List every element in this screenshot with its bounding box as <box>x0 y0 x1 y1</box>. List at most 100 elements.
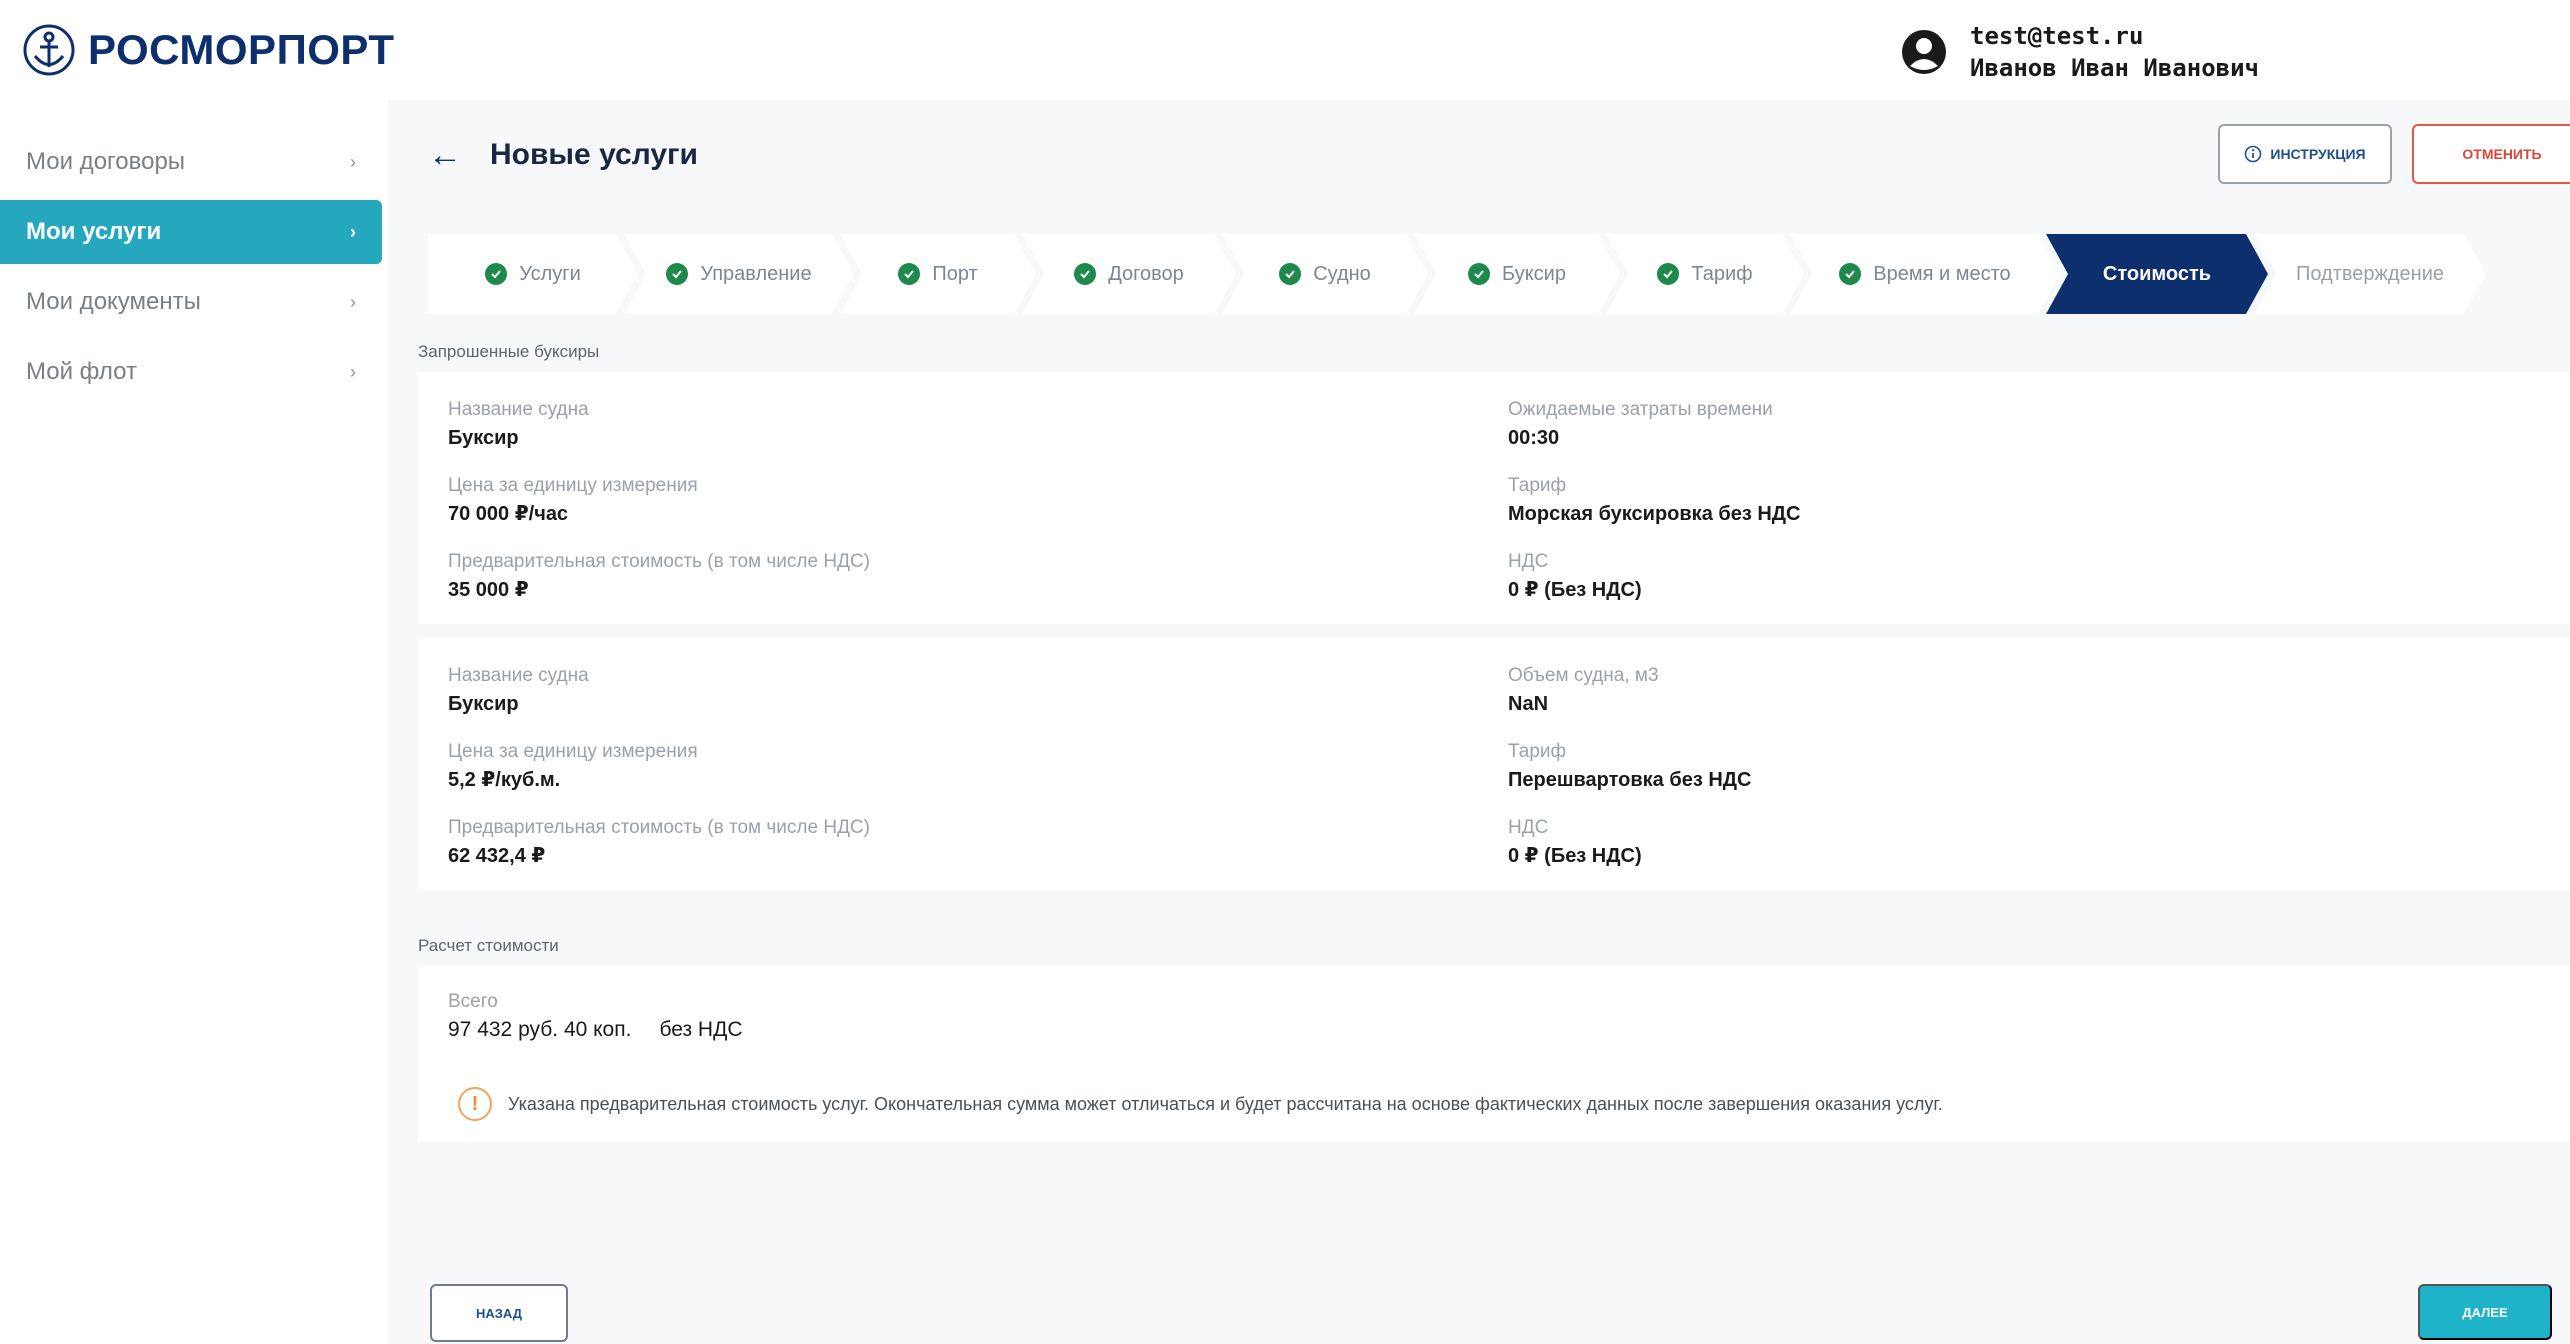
vessel-name-field: Название судна Буксир <box>448 664 589 718</box>
check-circle-icon <box>485 263 507 285</box>
expected-time-field: Ожидаемые затраты времени 00:30 <box>1508 398 1773 452</box>
field-label: Название судна <box>448 665 589 686</box>
step-label: Тариф <box>1691 262 1753 285</box>
field-value: 62 432,4 ₽ <box>448 845 546 867</box>
step-tariff[interactable]: Тариф <box>1606 234 1804 314</box>
notice-text: Указана предварительная стоимость услуг.… <box>508 1093 1943 1114</box>
field-label: Ожидаемые затраты времени <box>1508 399 1773 420</box>
field-label: Цена за единицу измерения <box>448 741 698 762</box>
app-header: РОСМОРПОРТ test@test.ru Иванов Иван Иван… <box>0 0 2570 100</box>
field-value: 70 000 ₽/час <box>448 503 569 525</box>
next-button[interactable]: далее <box>2418 1284 2552 1340</box>
anchor-emblem-icon <box>23 24 75 76</box>
field-label: Тариф <box>1508 741 1567 762</box>
sidebar-item-label: Мои документы <box>26 288 201 315</box>
step-port[interactable]: Порт <box>840 234 1036 314</box>
step-label: Управление <box>700 262 812 285</box>
cancel-button[interactable]: отменить <box>2412 124 2570 184</box>
sidebar-item-fleet[interactable]: Мой флот › <box>0 340 382 404</box>
check-circle-icon <box>1839 263 1861 285</box>
sidebar-item-contracts[interactable]: Мои договоры › <box>0 130 382 194</box>
sidebar-item-label: Мой флот <box>26 358 137 385</box>
check-circle-icon <box>898 263 920 285</box>
back-button[interactable]: назад <box>430 1284 568 1342</box>
field-value: Перешвартовка без НДС <box>1508 769 1752 791</box>
step-tug[interactable]: Буксир <box>1414 234 1620 314</box>
field-label: Всего <box>448 991 498 1012</box>
chevron-right-icon: › <box>350 291 356 312</box>
instructions-button[interactable]: инструкция <box>2218 124 2392 184</box>
cost-notice: ! Указана предварительная стоимость услу… <box>458 1086 1943 1122</box>
field-label: Цена за единицу измерения <box>448 475 698 496</box>
user-avatar-icon <box>1902 30 1946 74</box>
vat-field: НДС 0 ₽ (Без НДС) <box>1508 816 1642 870</box>
estimated-cost-field: Предварительная стоимость (в том числе Н… <box>448 550 870 604</box>
step-time-place[interactable]: Время и место <box>1790 234 2060 314</box>
step-label: Подтверждение <box>2295 262 2445 285</box>
step-label: Услуги <box>519 262 581 285</box>
main-content: ← Новые услуги инструкция отменить Услуг… <box>388 100 2570 1344</box>
rosmorport-logo[interactable]: РОСМОРПОРТ <box>22 22 395 78</box>
field-value: 0 ₽ (Без НДС) <box>1508 579 1642 601</box>
step-vessel[interactable]: Судно <box>1222 234 1428 314</box>
step-contract[interactable]: Договор <box>1022 234 1236 314</box>
field-label: Тариф <box>1508 475 1567 496</box>
logo-text: РОСМОРПОРТ <box>88 26 395 73</box>
step-management[interactable]: Управление <box>624 234 854 314</box>
cost-calc-label: Расчет стоимости <box>418 936 559 955</box>
field-value: Буксир <box>448 427 519 449</box>
wizard-stepper: Услуги Управление Порт Договор Судно Бук… <box>428 234 2570 314</box>
vat-field: НДС 0 ₽ (Без НДС) <box>1508 550 1642 604</box>
check-circle-icon <box>666 263 688 285</box>
step-label: Буксир <box>1502 262 1566 285</box>
total-value: 97 432 руб. 40 коп. без НДС <box>448 1016 742 1044</box>
field-label: НДС <box>1508 817 1549 838</box>
step-label: Время и место <box>1873 262 2011 285</box>
step-label: Стоимость <box>2102 262 2212 285</box>
instructions-label: инструкция <box>2270 146 2366 162</box>
field-value: 0 ₽ (Без НДС) <box>1508 845 1642 867</box>
step-confirmation[interactable]: Подтверждение <box>2254 234 2486 314</box>
field-value: NaN <box>1508 693 1549 715</box>
arrow-left-icon[interactable]: ← <box>428 136 462 175</box>
field-value: Буксир <box>448 693 519 715</box>
vessel-volume-field: Объем судна, м3 NaN <box>1508 664 1659 718</box>
tug-card-2: Название судна Буксир Цена за единицу из… <box>418 638 2570 890</box>
sidebar-item-documents[interactable]: Мои документы › <box>0 270 382 334</box>
field-label: НДС <box>1508 551 1549 572</box>
unit-price-field: Цена за единицу измерения 70 000 ₽/час <box>448 474 698 528</box>
total-amount: 97 432 руб. 40 коп. <box>448 1018 632 1041</box>
user-profile[interactable]: test@test.ru Иванов Иван Иванович <box>1900 22 2259 82</box>
field-label: Предварительная стоимость (в том числе Н… <box>448 817 870 838</box>
user-name: Иванов Иван Иванович <box>1970 54 2259 82</box>
page-title-row: ← Новые услуги <box>428 130 698 180</box>
field-label: Название судна <box>448 399 589 420</box>
check-circle-icon <box>1468 263 1490 285</box>
field-value: Морская буксировка без НДС <box>1508 503 1801 525</box>
chevron-right-icon: › <box>350 221 356 242</box>
check-circle-icon <box>1074 263 1096 285</box>
field-label: Предварительная стоимость (в том числе Н… <box>448 551 870 572</box>
step-label: Порт <box>932 262 978 285</box>
requested-tugs-label: Запрошенные буксиры <box>418 342 600 361</box>
chevron-right-icon: › <box>350 361 356 382</box>
sidebar-item-services[interactable]: Мои услуги › <box>0 200 382 264</box>
info-icon <box>2245 145 2262 163</box>
step-label: Судно <box>1313 262 1371 285</box>
tariff-field: Тариф Перешвартовка без НДС <box>1508 740 1751 794</box>
sidebar-item-label: Мои услуги <box>26 218 162 245</box>
check-circle-icon <box>1279 263 1301 285</box>
step-cost[interactable]: Стоимость <box>2046 234 2268 314</box>
user-email: test@test.ru <box>1970 22 2144 50</box>
page-title: Новые услуги <box>490 138 698 171</box>
sidebar-nav: Мои договоры › Мои услуги › Мои документ… <box>0 130 382 410</box>
field-value: 35 000 ₽ <box>448 579 529 601</box>
step-label: Договор <box>1108 262 1184 285</box>
chevron-right-icon: › <box>350 151 356 172</box>
field-value: 5,2 ₽/куб.м. <box>448 769 561 791</box>
cost-calc-card: Всего 97 432 руб. 40 коп. без НДС ! Указа… <box>418 966 2570 1142</box>
step-services[interactable]: Услуги <box>428 234 638 314</box>
field-label: Объем судна, м3 <box>1508 665 1659 686</box>
tug-card-1: Название судна Буксир Цена за единицу из… <box>418 372 2570 624</box>
sidebar-item-label: Мои договоры <box>26 148 186 175</box>
